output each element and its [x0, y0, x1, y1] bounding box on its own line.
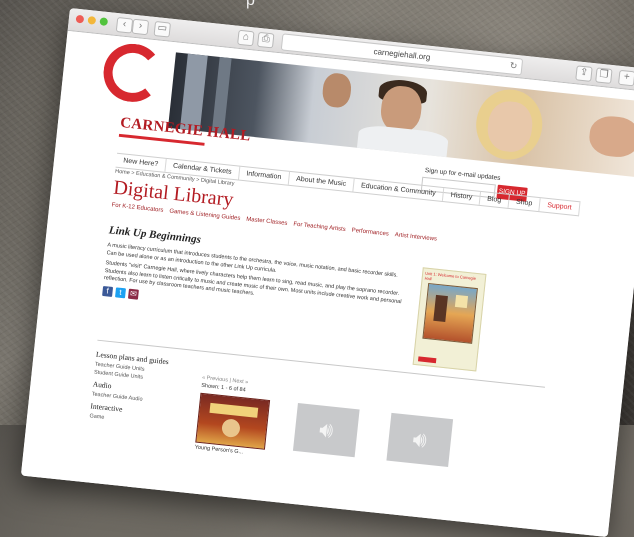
nav-support[interactable]: Support: [539, 198, 581, 216]
result-card-audio[interactable]: 🔊︎: [386, 412, 454, 468]
minimize-window-button[interactable]: [87, 15, 97, 25]
speaker-icon: 🔊︎: [411, 426, 429, 453]
reload-icon[interactable]: ↻: [509, 58, 518, 74]
nav-blog[interactable]: Blog: [479, 191, 510, 208]
browser-window: ‹ › ▭ ⌂ ⎙ carnegiehall.org ↻ ⇪ ❐ + CARNE…: [20, 8, 634, 537]
card-banner: [209, 402, 259, 418]
card-figure: [221, 418, 241, 439]
nav-about-the-music[interactable]: About the Music: [288, 171, 355, 192]
hero-person-shirt: [356, 123, 449, 164]
curriculum-cover-thumbnail[interactable]: Unit 1: Welcome to Carnegie Hall: [412, 267, 487, 372]
nav-history[interactable]: History: [442, 188, 481, 205]
subnav-artist-interviews[interactable]: Artist Interviews: [394, 232, 437, 242]
background-text: p: [246, 0, 256, 9]
forward-arrow-icon[interactable]: ›: [131, 18, 150, 36]
share-icon[interactable]: ⇪: [575, 65, 593, 82]
cover-illustration: [422, 282, 478, 344]
twitter-icon[interactable]: t: [115, 287, 126, 299]
carnegie-c-logo[interactable]: [100, 41, 165, 105]
cover-logo: [417, 356, 437, 364]
speaker-icon: 🔊︎: [318, 416, 335, 443]
hero-person: [587, 114, 634, 160]
hero-person: [321, 71, 353, 109]
page-title: Link Up Beginnings: [108, 224, 202, 246]
print-icon[interactable]: ⎙: [256, 31, 275, 49]
result-card-audio[interactable]: 🔊︎: [292, 402, 360, 458]
cover-window: [454, 294, 469, 309]
web-page: CARNEGIE HALL Sign up for e-mail updates…: [20, 30, 634, 537]
resource-sidebar: Lesson plans and guides Teacher Guide Un…: [89, 350, 176, 430]
nav-shop[interactable]: Shop: [508, 194, 541, 212]
home-icon[interactable]: ⌂: [237, 29, 255, 47]
subnav-performances[interactable]: Performances: [351, 228, 389, 238]
subnav-k12-educators[interactable]: For K-12 Educators: [111, 202, 163, 213]
subnav-teaching-artists[interactable]: For Teaching Artists: [293, 222, 346, 233]
subnav-master-classes[interactable]: Master Classes: [246, 217, 288, 227]
new-tab-icon[interactable]: +: [617, 69, 634, 87]
back-arrow-icon[interactable]: ‹: [115, 16, 134, 34]
hero-column: [179, 53, 208, 132]
social-share-links: f t ✉: [102, 285, 139, 300]
address-bar-url: carnegiehall.org: [373, 47, 431, 62]
facebook-icon[interactable]: f: [102, 285, 114, 297]
email-icon[interactable]: ✉: [127, 288, 139, 300]
sidebar-toggle-icon[interactable]: ▭: [153, 20, 172, 38]
cover-door: [433, 294, 448, 322]
close-window-button[interactable]: [75, 14, 85, 24]
nav-information[interactable]: Information: [238, 166, 290, 185]
tabs-overview-icon[interactable]: ❐: [595, 67, 613, 84]
result-card-video[interactable]: [195, 392, 271, 450]
zoom-window-button[interactable]: [99, 17, 109, 26]
hero-column: [211, 56, 232, 134]
